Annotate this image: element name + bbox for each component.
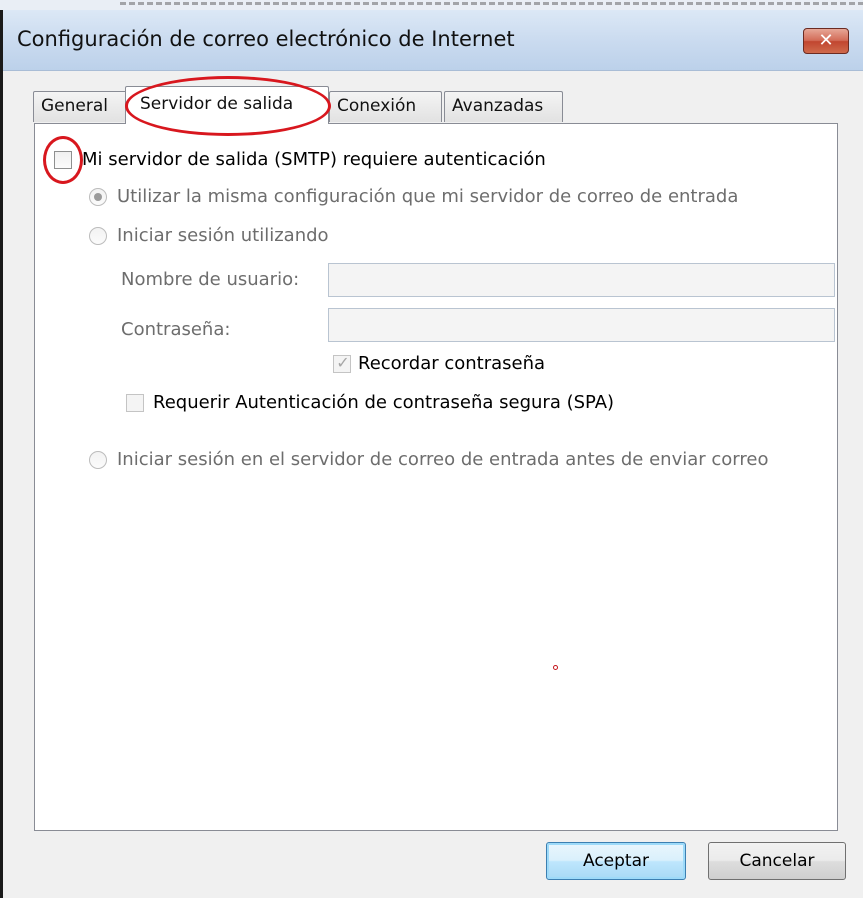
radio-selected-dot — [94, 193, 102, 201]
tab-connection[interactable]: Conexión — [329, 91, 442, 122]
tab-strip: General Servidor de salida Conexión Avan… — [3, 70, 863, 130]
remember-password-label: Recordar contraseña — [358, 353, 546, 374]
login-incoming-first-radio[interactable] — [89, 451, 107, 469]
login-using-label: Iniciar sesión utilizando — [117, 225, 329, 246]
remember-password-checkbox[interactable]: ✓ — [333, 353, 351, 373]
smtp-auth-checkbox[interactable] — [54, 151, 72, 169]
annotation-red-dot — [553, 665, 558, 670]
password-label: Contraseña: — [121, 319, 231, 340]
spa-label: Requerir Autenticación de contraseña seg… — [153, 392, 615, 413]
same-config-radio[interactable] — [89, 188, 107, 206]
outgoing-server-panel: Mi servidor de salida (SMTP) requiere au… — [34, 123, 838, 831]
login-using-radio[interactable] — [89, 227, 107, 245]
tab-outgoing-server[interactable]: Servidor de salida — [125, 86, 329, 124]
background-window-strip — [0, 0, 863, 10]
tab-general[interactable]: General — [33, 91, 127, 122]
login-incoming-first-label: Iniciar sesión en el servidor de correo … — [117, 449, 769, 470]
tab-advanced[interactable]: Avanzadas — [444, 91, 563, 122]
username-field[interactable] — [328, 263, 835, 297]
smtp-auth-label: Mi servidor de salida (SMTP) requiere au… — [82, 149, 546, 170]
spa-checkbox[interactable] — [126, 394, 144, 412]
username-label: Nombre de usuario: — [121, 269, 300, 290]
same-config-label: Utilizar la misma configuración que mi s… — [117, 186, 739, 207]
ok-button[interactable]: Aceptar — [546, 842, 686, 880]
window-title: Configuración de correo electrónico de I… — [17, 27, 515, 51]
title-bar[interactable]: Configuración de correo electrónico de I… — [3, 10, 863, 71]
checkmark-icon: ✓ — [336, 353, 350, 372]
cancel-button[interactable]: Cancelar — [708, 842, 846, 880]
email-settings-dialog: Configuración de correo electrónico de I… — [3, 10, 863, 898]
password-field[interactable] — [328, 308, 835, 342]
close-button[interactable]: ✕ — [803, 28, 849, 54]
close-icon: ✕ — [818, 30, 834, 51]
